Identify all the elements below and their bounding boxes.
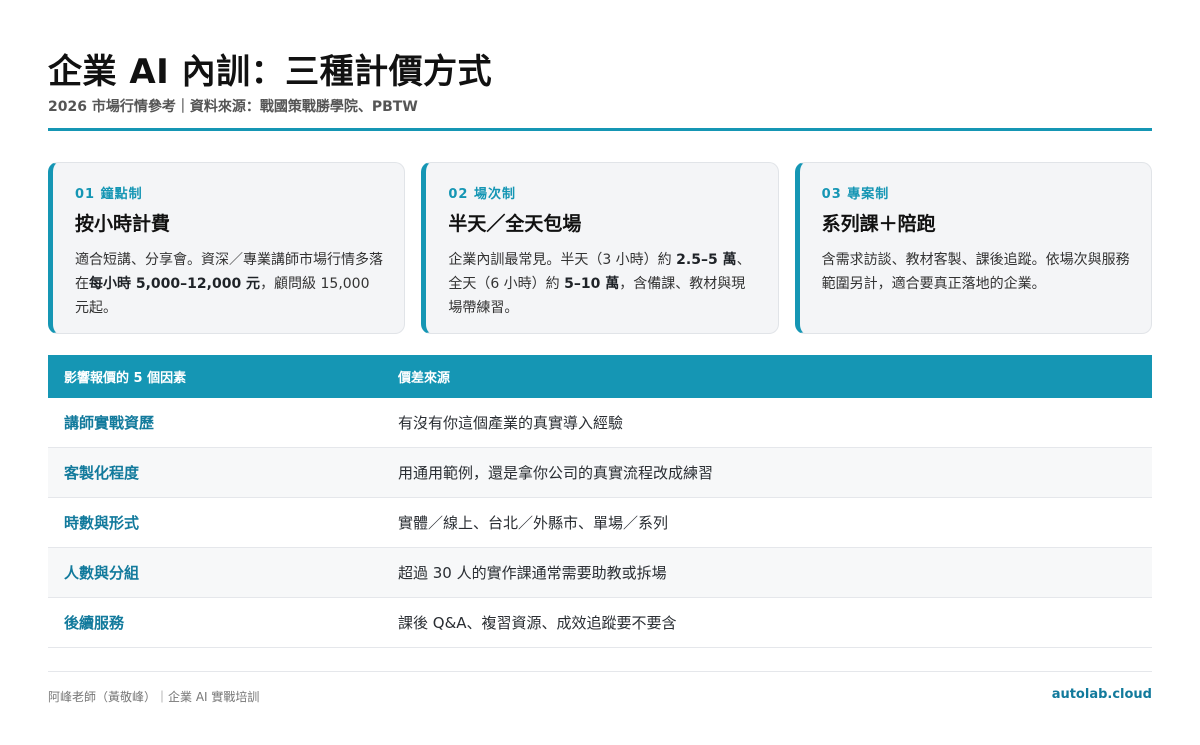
- source-cell: 有沒有你這個產業的真實導入經驗: [398, 414, 624, 432]
- table-row: 講師實戰資歷 有沒有你這個產業的真實導入經驗: [48, 398, 1152, 448]
- pricing-card-project: 03 專案制 系列課＋陪跑 含需求訪談、教材客製、課後追蹤。依場次與服務範圍另計…: [794, 162, 1152, 334]
- table-header: 影響報價的 5 個因素 價差來源: [48, 355, 1152, 398]
- card-kicker: 02 場次制: [448, 187, 516, 202]
- card-body: 適合短講、分享會。資深／專業講師市場行情多落在每小時 5,000–12,000 …: [75, 248, 384, 320]
- card-body-highlight: 2.5–5 萬: [676, 252, 737, 268]
- card-body-text: 企業內訓最常見。半天（3 小時）約: [448, 252, 677, 268]
- page-title: 企業 AI 內訓：三種計價方式: [48, 52, 493, 92]
- factor-cell: 講師實戰資歷: [64, 414, 155, 432]
- table-row: 客製化程度 用通用範例，還是拿你公司的真實流程改成練習: [48, 448, 1152, 498]
- source-cell: 實體／線上、台北／外縣市、單場／系列: [398, 514, 669, 532]
- table-row: 時數與形式 實體／線上、台北／外縣市、單場／系列: [48, 498, 1152, 548]
- card-body-highlight: 5–10 萬: [564, 276, 620, 292]
- source-cell: 課後 Q&A、複習資源、成效追蹤要不要含: [398, 614, 677, 632]
- page: 企業 AI 內訓：三種計價方式 2026 市場行情參考｜資料來源：戰國策戰勝學院…: [48, 0, 1152, 745]
- table-row: 後續服務 課後 Q&A、複習資源、成效追蹤要不要含: [48, 598, 1152, 648]
- table-header-source: 價差來源: [398, 371, 451, 386]
- table-row: 人數與分組 超過 30 人的實作課通常需要助教或拆場: [48, 548, 1152, 598]
- pricing-cards: 01 鐘點制 按小時計費 適合短講、分享會。資深／專業講師市場行情多落在每小時 …: [48, 162, 1152, 334]
- card-title: 半天／全天包場: [448, 213, 582, 235]
- card-body: 企業內訓最常見。半天（3 小時）約 2.5–5 萬、全天（6 小時）約 5–10…: [448, 248, 757, 320]
- pricing-card-session: 02 場次制 半天／全天包場 企業內訓最常見。半天（3 小時）約 2.5–5 萬…: [421, 162, 779, 334]
- card-title: 系列課＋陪跑: [821, 213, 936, 235]
- factor-cell: 人數與分組: [64, 564, 140, 582]
- factor-cell: 客製化程度: [64, 464, 140, 482]
- card-body-text: 含需求訪談、教材客製、課後追蹤。依場次與服務範圍另計，適合要真正落地的企業。: [821, 252, 1130, 292]
- footer-divider: [48, 671, 1152, 672]
- table-header-factor: 影響報價的 5 個因素: [64, 371, 187, 386]
- page-subtitle: 2026 市場行情參考｜資料來源：戰國策戰勝學院、PBTW: [48, 99, 418, 115]
- card-body-highlight: 每小時 5,000–12,000 元: [89, 276, 261, 292]
- title-divider: [48, 128, 1152, 131]
- pricing-card-hourly: 01 鐘點制 按小時計費 適合短講、分享會。資深／專業講師市場行情多落在每小時 …: [48, 162, 406, 334]
- card-kicker: 01 鐘點制: [75, 187, 143, 202]
- table-body: 講師實戰資歷 有沒有你這個產業的真實導入經驗 客製化程度 用通用範例，還是拿你公…: [48, 398, 1152, 648]
- card-title: 按小時計費: [75, 213, 171, 235]
- factor-cell: 時數與形式: [64, 514, 140, 532]
- footer-site-link[interactable]: autolab.cloud: [1052, 687, 1152, 702]
- source-cell: 用通用範例，還是拿你公司的真實流程改成練習: [398, 464, 714, 482]
- footer-credit: 阿峰老師（黃敬峰）｜企業 AI 實戰培訓: [48, 690, 260, 704]
- source-cell: 超過 30 人的實作課通常需要助教或拆場: [398, 564, 667, 582]
- card-body: 含需求訪談、教材客製、課後追蹤。依場次與服務範圍另計，適合要真正落地的企業。: [822, 248, 1131, 296]
- pricing-factors-table: 影響報價的 5 個因素 價差來源 講師實戰資歷 有沒有你這個產業的真實導入經驗 …: [48, 355, 1152, 648]
- card-kicker: 03 專案制: [821, 187, 890, 202]
- factor-cell: 後續服務: [64, 614, 125, 632]
